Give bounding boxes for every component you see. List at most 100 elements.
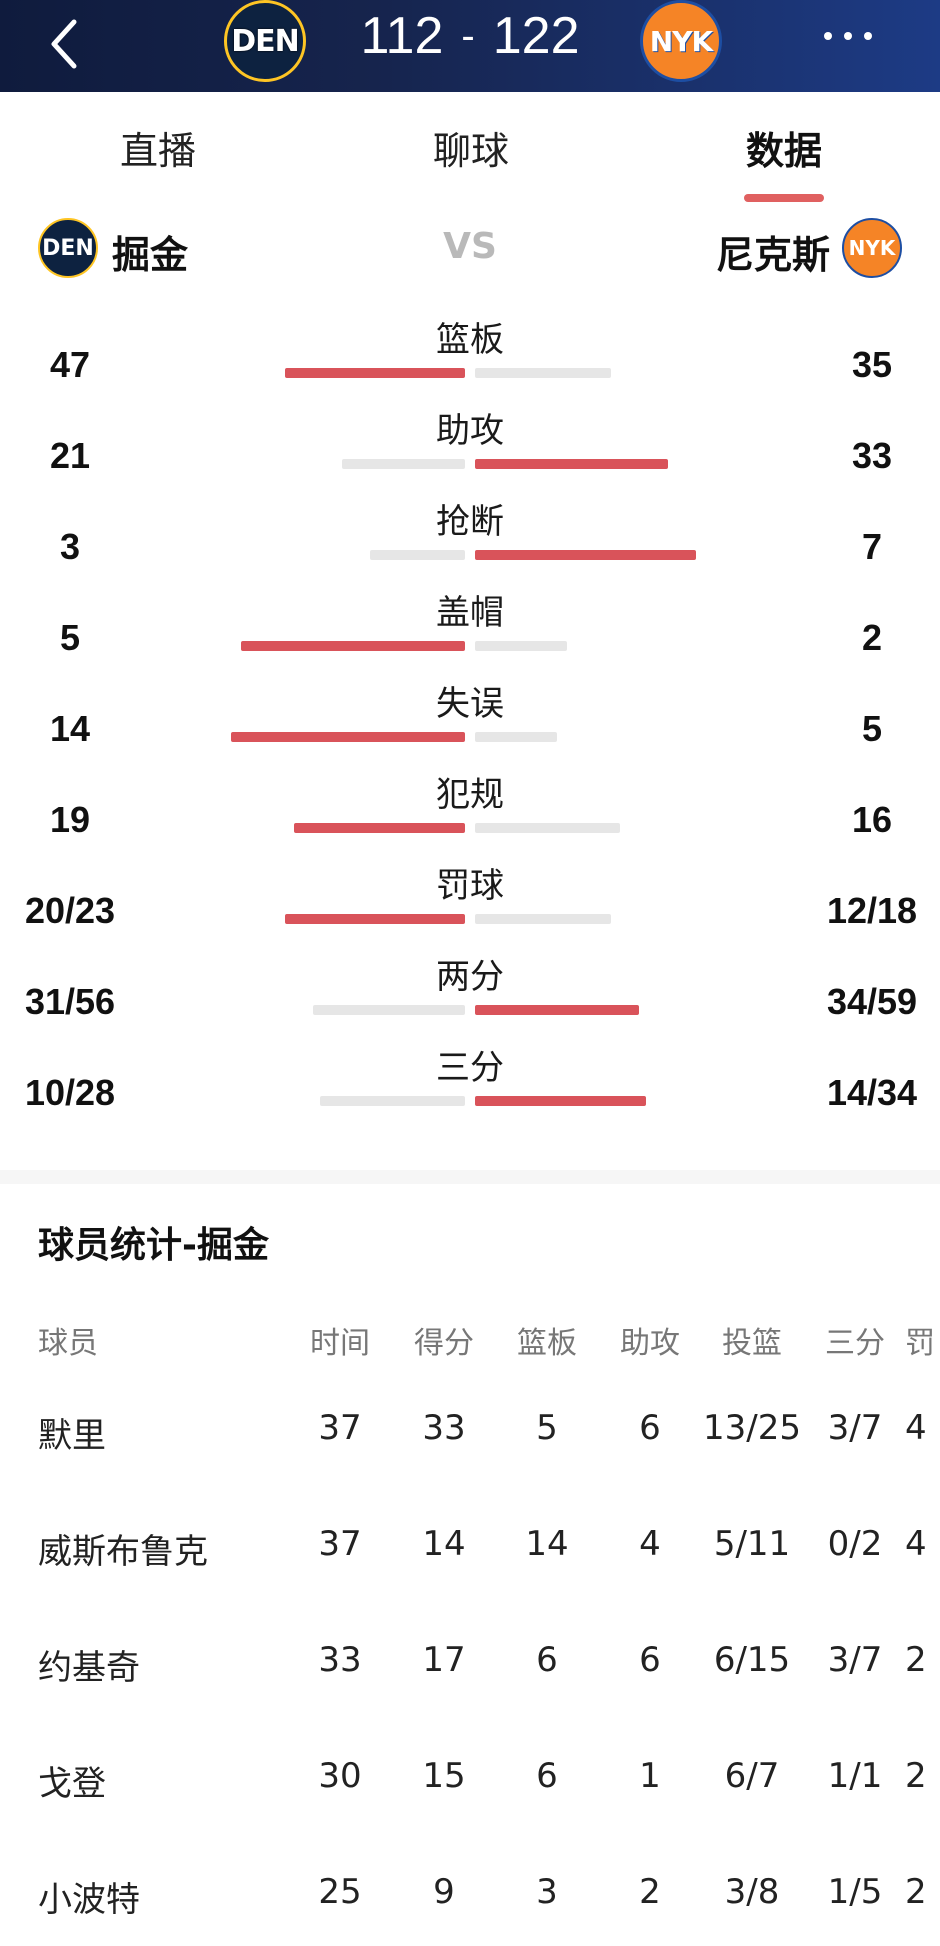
back-arrow-icon[interactable]: [44, 14, 84, 74]
away-stat-value: 16: [851, 799, 893, 840]
player-stat-cell: 25: [318, 1872, 362, 1912]
away-stat-bar: [475, 459, 668, 469]
player-row[interactable]: 小波特 25 9 3 2 3/8 1/5 2: [0, 1872, 940, 1932]
player-row[interactable]: 戈登 30 15 6 1 6/7 1/1 2: [0, 1756, 940, 1816]
away-stat-bar: [475, 1005, 639, 1015]
player-stat-cell: 13/25: [703, 1408, 801, 1448]
away-stat-value: 14/34: [826, 1072, 918, 1113]
player-stat-cell: 6: [536, 1640, 558, 1680]
away-stat-value: 12/18: [826, 890, 918, 931]
player-stat-cell: 6/15: [713, 1640, 791, 1680]
column-header[interactable]: 罚: [905, 1318, 940, 1362]
stat-row: 犯规 19 16: [0, 767, 940, 857]
player-stat-cell: 14: [525, 1524, 569, 1564]
column-header[interactable]: 时间: [290, 1318, 390, 1362]
home-stat-bar: [294, 823, 465, 833]
away-stat-bar: [475, 732, 557, 742]
team-row: DEN 掘金 VS 尼克斯 NYK: [0, 210, 940, 290]
column-header[interactable]: 三分: [805, 1318, 905, 1362]
stat-label: 犯规: [436, 775, 504, 815]
game-header: DEN 112 - 122 NYK: [0, 0, 940, 92]
tab-data[interactable]: 数据: [684, 120, 884, 175]
away-stat-value: 7: [861, 526, 883, 567]
stat-label: 盖帽: [436, 593, 504, 633]
player-stat-cell: 2: [639, 1872, 661, 1912]
stat-row: 罚球 20/23 12/18: [0, 858, 940, 948]
player-stat-cell: 6: [536, 1756, 558, 1796]
player-row[interactable]: 威斯布鲁克 37 14 14 4 5/11 0/2 4: [0, 1524, 940, 1584]
stat-label: 抢断: [436, 502, 504, 542]
stat-label: 三分: [436, 1048, 504, 1088]
player-stat-cell: 37: [318, 1524, 362, 1564]
player-stat-cell: 5/11: [713, 1524, 791, 1564]
player-stat-cell: 3/8: [724, 1872, 780, 1912]
away-team-logo[interactable]: NYK: [640, 0, 722, 82]
away-score: 122: [492, 7, 580, 65]
away-stat-bar: [475, 368, 611, 378]
player-row[interactable]: 约基奇 33 17 6 6 6/15 3/7 2: [0, 1640, 940, 1700]
home-stat-value: 21: [49, 435, 91, 476]
player-name[interactable]: 默里: [38, 1408, 288, 1457]
active-tab-indicator: [744, 194, 824, 202]
tab-bar: 直播 聊球 数据: [0, 92, 940, 202]
home-stat-bar: [342, 459, 465, 469]
away-stat-bar: [475, 823, 620, 833]
column-header: 球员: [38, 1326, 98, 1361]
stat-row: 篮板 47 35: [0, 312, 940, 402]
column-header[interactable]: 助攻: [600, 1318, 700, 1362]
more-options-icon[interactable]: [818, 24, 878, 48]
player-stat-cell: 14: [422, 1524, 466, 1564]
home-stat-bar: [285, 368, 465, 378]
away-team-name: 尼克斯: [716, 233, 831, 277]
player-row[interactable]: 默里 37 33 5 6 13/25 3/7 4: [0, 1408, 940, 1468]
player-stat-cell: 1: [639, 1756, 661, 1796]
home-stat-bar: [370, 550, 465, 560]
home-small-logo-text: DEN: [42, 235, 94, 261]
tab-live[interactable]: 直播: [58, 120, 258, 175]
home-stat-bar: [285, 914, 465, 924]
home-stat-value: 5: [59, 617, 81, 658]
away-stat-bar: [475, 641, 567, 651]
tab-chat[interactable]: 聊球: [371, 120, 571, 175]
home-stat-value: 3: [59, 526, 81, 567]
section-divider: [0, 1170, 940, 1184]
player-stat-cell: 4: [905, 1408, 927, 1448]
vs-label: VS: [443, 226, 497, 267]
player-stat-cell: 33: [422, 1408, 466, 1448]
player-stat-cell: 1/1: [827, 1756, 883, 1796]
away-stat-value: 35: [851, 344, 893, 385]
player-name[interactable]: 小波特: [38, 1872, 288, 1921]
player-stat-cell: 37: [318, 1408, 362, 1448]
away-stat-value: 2: [861, 617, 883, 658]
stat-label: 两分: [436, 957, 504, 997]
home-stat-value: 20/23: [24, 890, 116, 931]
player-name[interactable]: 约基奇: [38, 1640, 288, 1689]
player-stats-title: 球员统计-掘金: [38, 1225, 269, 1266]
player-stat-cell: 6: [639, 1640, 661, 1680]
player-name[interactable]: 威斯布鲁克: [38, 1524, 288, 1573]
column-header[interactable]: 投篮: [702, 1318, 802, 1362]
player-name[interactable]: 戈登: [38, 1756, 288, 1805]
player-stat-cell: 3: [536, 1872, 558, 1912]
stat-row: 抢断 3 7: [0, 494, 940, 584]
away-stat-bar: [475, 914, 611, 924]
stat-row: 盖帽 5 2: [0, 585, 940, 675]
column-header[interactable]: 篮板: [497, 1318, 597, 1362]
column-header[interactable]: 得分: [394, 1318, 494, 1362]
stat-row: 失误 14 5: [0, 676, 940, 766]
home-team-logo[interactable]: DEN: [224, 0, 306, 82]
away-stat-value: 33: [851, 435, 893, 476]
player-stat-cell: 3/7: [827, 1640, 883, 1680]
player-stat-cell: 2: [905, 1872, 927, 1912]
player-stat-cell: 2: [905, 1640, 927, 1680]
player-stat-cell: 1/5: [827, 1872, 883, 1912]
home-stat-value: 10/28: [24, 1072, 116, 1113]
player-stat-cell: 2: [905, 1756, 927, 1796]
score-separator: -: [461, 13, 475, 58]
home-stat-value: 47: [49, 344, 91, 385]
stat-label: 篮板: [436, 320, 504, 360]
home-logo-text: DEN: [231, 23, 300, 59]
home-team-small-logo: DEN: [38, 218, 98, 278]
home-team-name: 掘金: [112, 233, 189, 277]
score-display: 112 - 122: [340, 0, 600, 72]
